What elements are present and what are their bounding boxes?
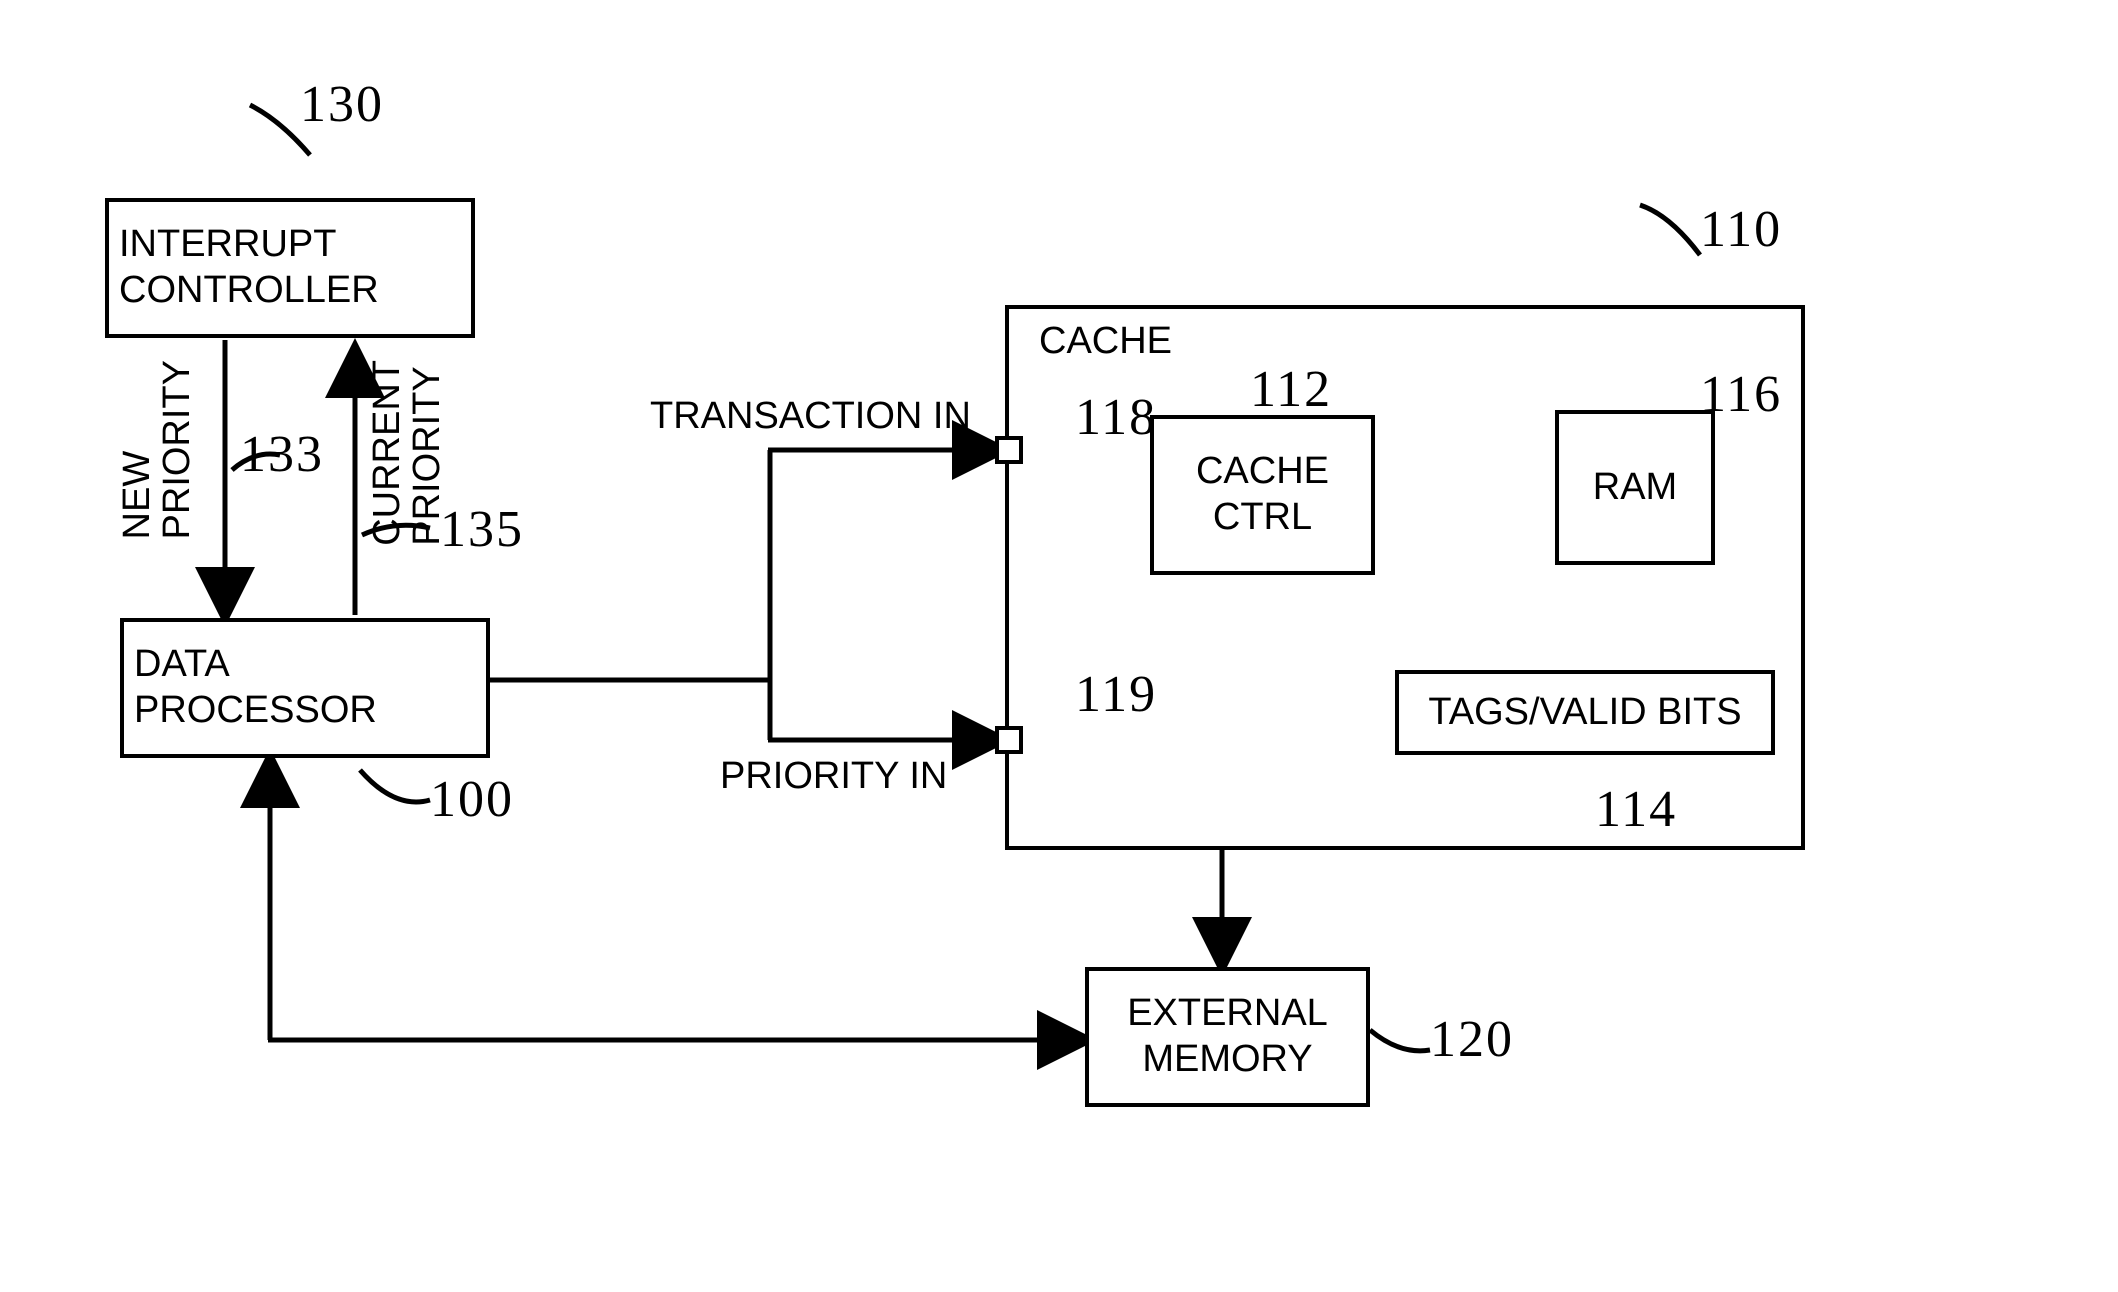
ref-119: 119 — [1075, 665, 1157, 724]
block-external-memory-label: EXTERNAL MEMORY — [1127, 991, 1328, 1082]
block-external-memory: EXTERNAL MEMORY — [1085, 967, 1370, 1107]
block-cache-ctrl-label: CACHE CTRL — [1196, 449, 1329, 540]
block-ram-label: RAM — [1593, 465, 1677, 511]
block-cache-ctrl: CACHE CTRL — [1150, 415, 1375, 575]
leader-100 — [360, 770, 430, 802]
label-current-priority-text: CURRENT PRIORITY — [366, 360, 448, 546]
label-new-priority-text: NEW PRIORITY — [116, 360, 198, 539]
ref-112: 112 — [1250, 360, 1332, 419]
block-cache-title: CACHE — [1039, 319, 1172, 365]
ref-100: 100 — [430, 770, 514, 829]
block-tags-valid-label: TAGS/VALID BITS — [1428, 690, 1741, 736]
block-cache: CACHE — [1005, 305, 1805, 850]
ref-133: 133 — [240, 425, 324, 484]
label-current-priority: CURRENT PRIORITY — [368, 360, 448, 546]
block-data-processor-label: DATA PROCESSOR — [134, 642, 377, 733]
port-transaction-in — [995, 436, 1023, 464]
block-tags-valid: TAGS/VALID BITS — [1395, 670, 1775, 755]
ref-114: 114 — [1595, 780, 1677, 839]
label-new-priority: NEW PRIORITY — [118, 360, 198, 539]
leader-110 — [1640, 205, 1700, 255]
block-interrupt-controller: INTERRUPT CONTROLLER — [105, 198, 475, 338]
ref-118: 118 — [1075, 388, 1157, 447]
block-interrupt-controller-label: INTERRUPT CONTROLLER — [119, 222, 379, 313]
label-transaction-in: TRANSACTION IN — [650, 395, 971, 438]
diagram-stage: INTERRUPT CONTROLLER DATA PROCESSOR CACH… — [0, 0, 2118, 1292]
ref-120: 120 — [1430, 1010, 1514, 1069]
ref-110: 110 — [1700, 200, 1782, 259]
ref-116: 116 — [1700, 365, 1782, 424]
block-data-processor: DATA PROCESSOR — [120, 618, 490, 758]
block-ram: RAM — [1555, 410, 1715, 565]
port-priority-in — [995, 726, 1023, 754]
ref-130: 130 — [300, 75, 384, 134]
leader-120 — [1370, 1030, 1430, 1051]
label-priority-in: PRIORITY IN — [720, 755, 947, 798]
ref-135: 135 — [440, 500, 524, 559]
